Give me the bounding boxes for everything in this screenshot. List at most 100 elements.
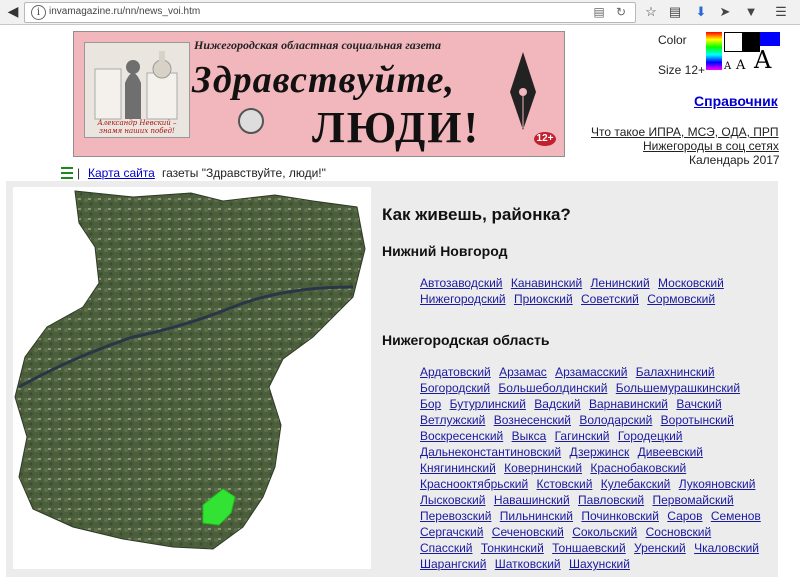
district-link[interactable]: Автозаводский xyxy=(420,276,503,290)
breadcrumb-text: газеты "Здравствуйте, люди!" xyxy=(162,166,326,180)
district-link[interactable]: Кулебакский xyxy=(601,477,671,491)
district-link[interactable]: Бутурлинский xyxy=(450,397,526,411)
district-link[interactable]: Перевозский xyxy=(420,509,491,523)
district-link[interactable]: Пильнинский xyxy=(500,509,573,523)
browser-toolbar: ◀ i invamagazine.ru/nn/news_voi.htm ▤ ↻ … xyxy=(0,0,800,25)
district-link[interactable]: Семенов xyxy=(711,509,761,523)
district-link[interactable]: Шатковский xyxy=(495,557,561,571)
district-link[interactable]: Чкаловский xyxy=(694,541,759,555)
district-link[interactable]: Гагинский xyxy=(555,429,610,443)
district-link[interactable]: Княгининский xyxy=(420,461,496,475)
url-text[interactable]: invamagazine.ru/nn/news_voi.htm xyxy=(49,6,200,17)
district-link[interactable]: Павловский xyxy=(578,493,644,507)
district-link[interactable]: Шарангский xyxy=(420,557,486,571)
district-link[interactable]: Канавинский xyxy=(511,276,582,290)
district-link[interactable]: Краснооктябрьский xyxy=(420,477,528,491)
color-swatch-rainbow[interactable] xyxy=(706,32,722,70)
newspaper-banner[interactable]: Александр Невский – знамя наших побед! Н… xyxy=(73,31,565,157)
district-link[interactable]: Вачский xyxy=(676,397,721,411)
hamburger-menu-icon[interactable]: ☰ xyxy=(772,3,790,21)
region-satellite-map[interactable] xyxy=(13,187,371,569)
district-link[interactable]: Большеболдинский xyxy=(498,381,607,395)
breadcrumb-separator: | xyxy=(77,166,81,180)
send-icon[interactable]: ➤ xyxy=(716,3,734,21)
district-link[interactable]: Воротынский xyxy=(661,413,734,427)
district-link[interactable]: Дальнеконстантиновский xyxy=(420,445,561,459)
green-menu-icon[interactable] xyxy=(61,167,73,179)
district-link[interactable]: Ленинский xyxy=(591,276,650,290)
district-link[interactable]: Починковский xyxy=(581,509,659,523)
district-link[interactable]: Варнавинский xyxy=(589,397,668,411)
city-heading: Нижний Новгород xyxy=(382,243,508,259)
district-link[interactable]: Ардатовский xyxy=(420,365,491,379)
district-link[interactable]: Кстовский xyxy=(537,477,593,491)
district-link[interactable]: Выкса xyxy=(512,429,547,443)
info-icon[interactable]: i xyxy=(31,5,46,20)
district-link[interactable]: Сосновский xyxy=(646,525,712,539)
district-link[interactable]: Ветлужский xyxy=(420,413,485,427)
district-link[interactable]: Спасский xyxy=(420,541,473,555)
back-arrow-icon[interactable]: ◀ xyxy=(4,2,22,20)
district-link[interactable]: Городецкий xyxy=(618,429,683,443)
page-heading: Как живешь, районка? xyxy=(382,205,571,224)
district-link[interactable]: Лукояновский xyxy=(679,477,756,491)
district-link[interactable]: Приокский xyxy=(514,292,573,306)
district-link[interactable]: Саров xyxy=(667,509,702,523)
fund-emblem-icon xyxy=(238,108,264,134)
district-link[interactable]: Арзамас xyxy=(499,365,547,379)
social-networks-link[interactable]: Нижегороды в соц сетях xyxy=(643,139,779,153)
spravochnik-link[interactable]: Справочник xyxy=(694,93,778,109)
download-icon[interactable]: ⬇ xyxy=(692,3,710,21)
bookmark-star-icon[interactable]: ☆ xyxy=(642,3,660,21)
district-link[interactable]: Сергачский xyxy=(420,525,483,539)
district-link[interactable]: Большемурашкинский xyxy=(616,381,740,395)
banner-photo: Александр Невский – знамя наших побед! xyxy=(84,42,190,138)
district-link[interactable]: Шахунский xyxy=(569,557,630,571)
font-size-medium-button[interactable]: A xyxy=(736,58,745,73)
district-link[interactable]: Дзержинск xyxy=(569,445,629,459)
newspaper-title-line1: Здравствуйте, xyxy=(192,59,455,101)
color-swatch-blue[interactable] xyxy=(760,32,780,46)
district-link[interactable]: Арзамасский xyxy=(555,365,627,379)
font-size-small-button[interactable]: A xyxy=(724,61,731,72)
district-link[interactable]: Уренский xyxy=(634,541,686,555)
district-link[interactable]: Первомайский xyxy=(652,493,733,507)
sitemap-link[interactable]: Карта сайта xyxy=(88,166,155,180)
url-bar[interactable]: i invamagazine.ru/nn/news_voi.htm ▤ ↻ xyxy=(24,2,636,23)
district-link[interactable]: Тонкинский xyxy=(481,541,544,555)
newspaper-title-line2: ЛЮДИ! xyxy=(312,103,481,152)
reload-icon[interactable]: ↻ xyxy=(613,5,629,20)
district-link[interactable]: Тоншаевский xyxy=(552,541,626,555)
district-link[interactable]: Сокольский xyxy=(572,525,637,539)
font-size-large-button[interactable]: A xyxy=(754,46,771,74)
district-link[interactable]: Московский xyxy=(658,276,724,290)
district-link[interactable]: Воскресенский xyxy=(420,429,503,443)
color-label: Color xyxy=(658,33,687,47)
calendar-text: Календарь 2017 xyxy=(689,153,780,167)
district-link[interactable]: Вознесенский xyxy=(494,413,571,427)
size-label: Size 12+ xyxy=(658,63,706,77)
reader-view-icon[interactable]: ▤ xyxy=(591,5,607,20)
oblast-heading: Нижегородская область xyxy=(382,332,550,348)
district-link[interactable]: Советский xyxy=(581,292,639,306)
district-link[interactable]: Сормовский xyxy=(647,292,715,306)
district-link[interactable]: Бор xyxy=(420,397,441,411)
district-link[interactable]: Навашинский xyxy=(494,493,570,507)
oblast-outline xyxy=(14,190,366,550)
district-link[interactable]: Ковернинский xyxy=(504,461,582,475)
age-rating-badge: 12+ xyxy=(534,132,556,146)
district-link[interactable]: Балахнинский xyxy=(636,365,715,379)
district-link[interactable]: Дивеевский xyxy=(638,445,703,459)
district-link[interactable]: Лысковский xyxy=(420,493,485,507)
ipra-link[interactable]: Что такое ИПРА, МСЭ, ОДА, ПРП xyxy=(591,125,779,139)
district-link[interactable]: Нижегородский xyxy=(420,292,506,306)
district-link[interactable]: Богородский xyxy=(420,381,490,395)
district-link[interactable]: Краснобаковский xyxy=(590,461,686,475)
district-link[interactable]: Сеченовский xyxy=(492,525,564,539)
photo-caption: Александр Невский – знамя наших побед! xyxy=(97,119,177,135)
pocket-icon[interactable]: ▼ xyxy=(742,3,760,21)
newspaper-subtitle: Нижегородская областная социальная газет… xyxy=(194,38,441,52)
district-link[interactable]: Вадский xyxy=(534,397,580,411)
district-link[interactable]: Володарский xyxy=(579,413,652,427)
library-icon[interactable]: ▤ xyxy=(666,3,684,21)
